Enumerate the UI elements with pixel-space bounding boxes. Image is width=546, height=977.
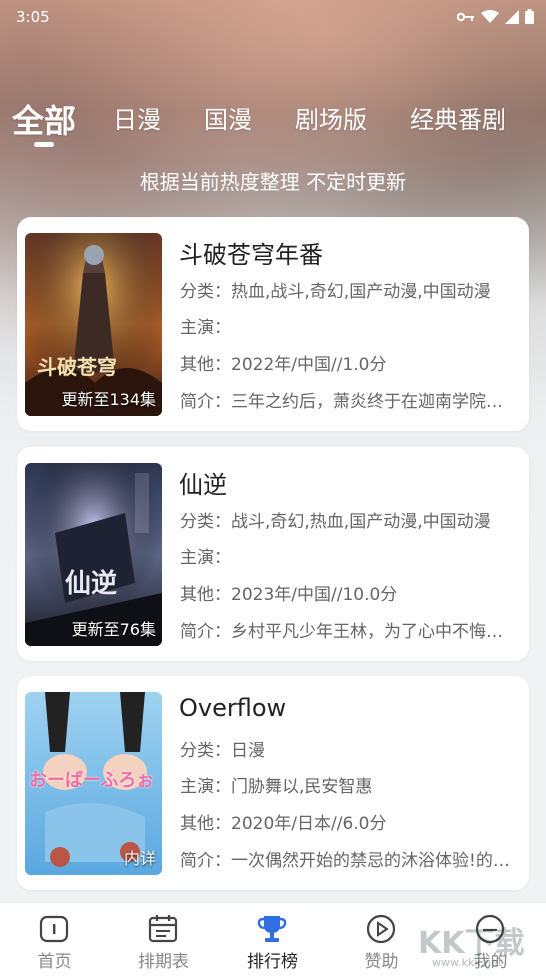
status-bar: 3:05	[0, 0, 546, 34]
item-cast: 主演：	[180, 318, 231, 338]
item-intro: 简介：乡村平凡少年王林，为了心中不悔的执念	[180, 622, 515, 642]
tab-movies[interactable]: 剧场版	[295, 100, 367, 135]
status-icons	[457, 9, 534, 24]
item-category: 分类：战斗,奇幻,热血,国产动漫,中国动漫	[180, 512, 491, 532]
wifi-icon	[481, 9, 499, 23]
status-time: 3:05	[16, 8, 50, 26]
item-cast: 主演：门胁舞以,民安智惠	[180, 777, 373, 797]
nav-schedule-label: 排期表	[138, 952, 189, 972]
watermark-url: www.kkx.net	[432, 956, 503, 969]
list-item[interactable]: おーばーふろぉ 内详 Overflow 分类：日漫 主演：门胁舞以,民安智惠 其…	[17, 676, 529, 890]
item-cast: 主演：	[180, 548, 231, 568]
calendar-icon	[148, 915, 178, 943]
nav-home-label: 首页	[37, 952, 72, 972]
item-category: 分类：热血,战斗,奇幻,国产动漫,中国动漫	[180, 282, 491, 302]
play-circle-icon	[366, 914, 396, 944]
episode-badge: 更新至76集	[71, 620, 156, 639]
item-other: 其他：2022年/中国//1.0分	[180, 355, 387, 375]
episode-badge: 内详	[123, 849, 156, 868]
tab-active-indicator	[34, 142, 54, 147]
cover-image: 斗破苍穹 更新至134集	[25, 233, 162, 416]
item-title: Overflow	[179, 694, 287, 722]
list-item[interactable]: 仙逆 更新至76集 仙逆 分类：战斗,奇幻,热血,国产动漫,中国动漫 主演： 其…	[17, 447, 529, 661]
cover-title-art: おーばーふろぉ	[29, 770, 155, 791]
episode-badge: 更新至134集	[61, 390, 156, 409]
nav-ranking-label: 排行榜	[247, 952, 298, 972]
item-other: 其他：2023年/中国//10.0分	[180, 585, 398, 605]
item-other: 其他：2020年/日本//6.0分	[180, 814, 387, 834]
tab-chinese-anime[interactable]: 国漫	[204, 100, 252, 135]
cover-title-art: 仙逆	[65, 569, 118, 599]
cover-title-art: 斗破苍穹	[37, 355, 117, 379]
home-icon	[39, 915, 69, 943]
tab-japanese-anime[interactable]: 日漫	[113, 100, 161, 135]
nav-schedule[interactable]: 排期表	[109, 903, 218, 977]
nav-home[interactable]: 首页	[0, 903, 109, 977]
nav-ranking[interactable]: 排行榜	[218, 903, 327, 977]
item-intro: 简介：三年之约后，萧炎终于在迦南学院见到了	[180, 392, 515, 412]
item-title: 仙逆	[179, 471, 227, 499]
signal-icon	[505, 9, 519, 24]
item-category: 分类：日漫	[180, 741, 265, 761]
battery-icon	[525, 9, 534, 24]
tab-classics[interactable]: 经典番剧	[410, 100, 506, 135]
list-subtitle: 根据当前热度整理 不定时更新	[139, 170, 407, 194]
category-tabs: 全部 日漫 国漫 剧场版 经典番剧	[0, 92, 546, 152]
cover-image: 仙逆 更新至76集	[25, 463, 162, 646]
vpn-key-icon	[457, 12, 474, 21]
item-title: 斗破苍穹年番	[179, 241, 323, 269]
item-intro: 简介：一次偶然开始的禁忌的沐浴体验!的故事	[180, 851, 515, 871]
trophy-icon	[257, 916, 287, 942]
cover-image: おーばーふろぉ 内详	[25, 692, 162, 875]
tab-all[interactable]: 全部	[12, 96, 76, 142]
list-item[interactable]: 斗破苍穹 更新至134集 斗破苍穹年番 分类：热血,战斗,奇幻,国产动漫,中国动…	[17, 217, 529, 431]
watermark-logo: KK下载 www.kkx.net	[418, 912, 538, 972]
